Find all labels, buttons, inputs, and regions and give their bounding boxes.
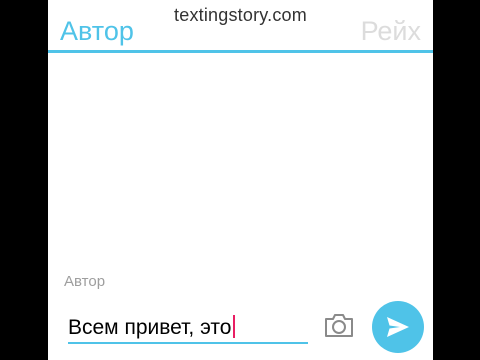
watermark-text: textingstory.com <box>174 5 307 25</box>
send-button[interactable] <box>372 301 424 353</box>
camera-icon-graphic <box>325 314 353 337</box>
text-caret <box>233 315 236 338</box>
message-input[interactable]: Всем привет, это <box>68 312 308 344</box>
phone-screen: Автор Рейх textingstory.com Автор Всем п… <box>48 0 433 360</box>
input-underline <box>68 342 308 344</box>
message-input-text: Всем привет, это <box>68 315 236 340</box>
message-area <box>48 53 433 265</box>
message-input-value: Всем привет, это <box>68 316 232 339</box>
send-icon <box>387 317 409 337</box>
camera-icon[interactable] <box>323 311 355 339</box>
sender-label: Автор <box>64 273 106 290</box>
